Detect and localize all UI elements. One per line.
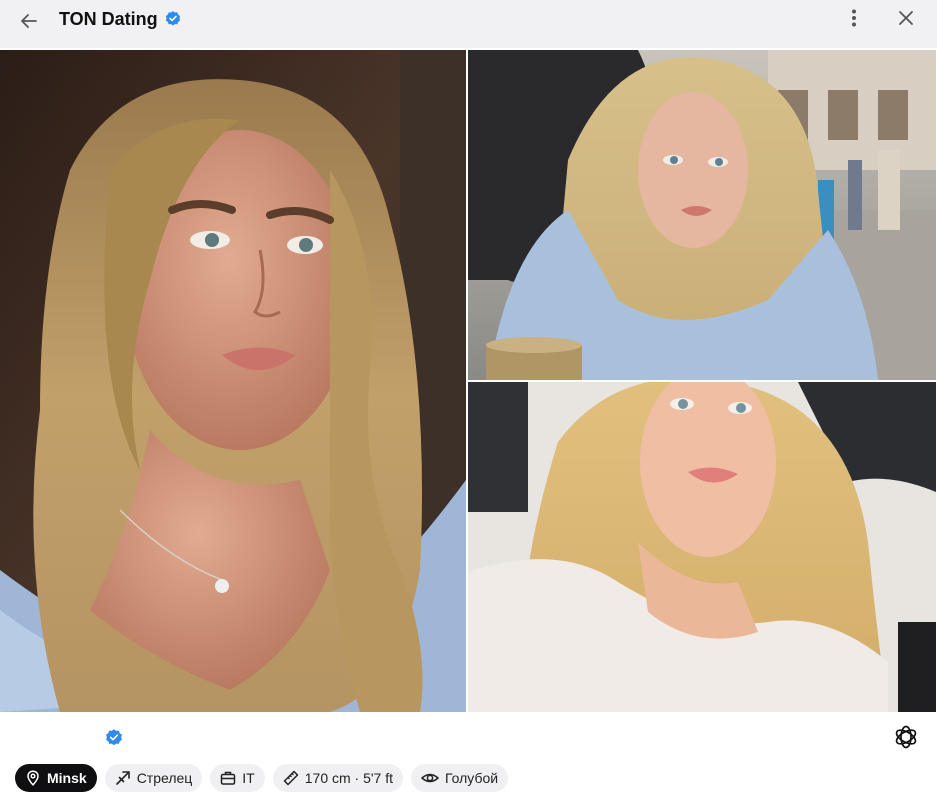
chip-zodiac[interactable]: Стрелец [104,764,203,792]
chip-work[interactable]: IT [210,764,265,792]
arrow-left-icon [21,14,37,28]
more-vertical-icon [852,9,856,27]
title-group: TON Dating [59,8,182,30]
dating-app-window: TON Dating Minsk Стрелец IT 170 cm · 5'7… [0,0,937,798]
profile-photo-1[interactable] [0,50,466,712]
chip-eye-color[interactable]: Голубой [411,764,509,792]
location-pin-icon [27,770,39,786]
openai-icon[interactable] [893,724,919,750]
chip-height-label: 170 cm · 5'7 ft [304,770,394,786]
verified-badge-icon [106,729,122,746]
briefcase-icon [221,771,236,785]
back-button[interactable] [14,6,44,36]
chip-height[interactable]: 170 cm · 5'7 ft [272,764,404,792]
eye-icon [421,773,440,783]
chip-location[interactable]: Minsk [15,764,97,792]
verified-badge-icon [165,11,180,26]
profile-photo-2[interactable] [468,50,936,380]
chip-work-label: IT [242,770,255,786]
more-menu-button[interactable] [840,4,868,32]
ruler-icon [283,770,298,786]
profile-tags: Minsk Стрелец IT 170 cm · 5'7 ft Голубой [15,764,509,792]
zodiac-sagittarius-icon [115,771,130,785]
chip-eye-color-label: Голубой [445,770,499,786]
top-bar: TON Dating [0,0,937,48]
profile-photo-3[interactable] [468,382,936,712]
close-icon [899,11,913,25]
close-button[interactable] [892,4,920,32]
chip-location-label: Minsk [47,770,87,786]
app-title: TON Dating [59,8,158,29]
chip-zodiac-label: Стрелец [136,770,193,786]
